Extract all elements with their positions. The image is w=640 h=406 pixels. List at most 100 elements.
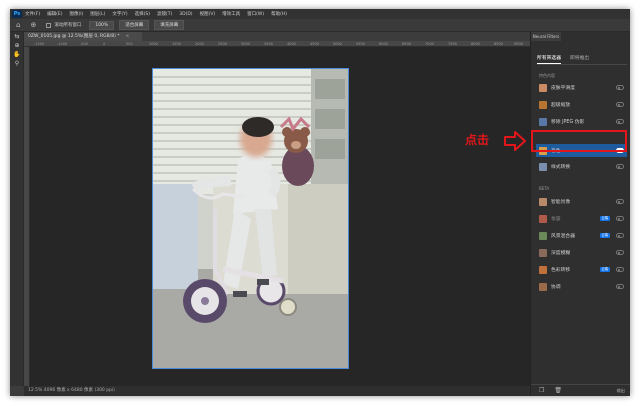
ruler-mark: 9000	[514, 41, 523, 46]
filter-toggle[interactable]	[616, 119, 624, 124]
zoom-icon[interactable]: ⚲	[10, 59, 24, 68]
options-bar: ⌂ ⊕ 滚动所有窗口 100% 适合屏幕 填充屏幕	[10, 19, 630, 32]
menu-type[interactable]: 文字(Y)	[112, 11, 127, 17]
smart-portrait-icon	[539, 197, 547, 206]
landscape-mixer-icon	[539, 231, 547, 240]
menu-help[interactable]: 帮助(H)	[271, 11, 287, 17]
filter-row-smart-portrait[interactable]: 智能肖像	[536, 195, 627, 208]
ruler-mark: 2500	[218, 41, 227, 46]
filter-toggle[interactable]	[616, 102, 624, 107]
zoom-tool-icon[interactable]: ⊕	[30, 21, 36, 29]
menu-select[interactable]: 选择(S)	[135, 11, 150, 17]
fit-screen-button[interactable]: 适合屏幕	[119, 20, 150, 30]
ruler-mark: 5500	[356, 41, 365, 46]
tab-all-filters[interactable]: 所有筛选器	[537, 55, 561, 64]
filter-row-super-zoom[interactable]: 超级缩放	[536, 98, 627, 111]
section-featured: 特色内容	[539, 73, 555, 78]
ruler-mark: 1500	[172, 41, 181, 46]
neural-filters-panel: Neural Filters 所有筛选器 即将推出 特色内容 皮肤平滑度 超级缩…	[530, 32, 630, 396]
tab-coming-soon[interactable]: 即将推出	[570, 55, 589, 64]
scroll-all-windows-label: 滚动所有窗口	[54, 23, 82, 28]
photo-child-on-tricycle	[152, 68, 349, 369]
ruler-mark: 8500	[494, 41, 503, 46]
filter-toggle[interactable]	[616, 250, 624, 255]
menu-plugins[interactable]: 增效工具	[222, 11, 240, 17]
ruler-mark: 6500	[402, 41, 411, 46]
filter-toggle[interactable]	[616, 267, 624, 272]
cloud-badge: 云端	[599, 216, 610, 221]
scroll-all-windows-checkbox[interactable]	[46, 22, 52, 28]
ruler-mark: -500	[80, 41, 88, 46]
filter-toggle[interactable]	[616, 164, 624, 169]
filter-row-harmonization[interactable]: 协调	[536, 280, 627, 293]
color-transfer-icon	[539, 265, 547, 274]
annotation-click-text: 点击	[465, 133, 490, 147]
filter-label: 风景混合器	[551, 234, 575, 239]
home-icon[interactable]: ⌂	[16, 21, 20, 29]
filter-label: 色彩转移	[551, 268, 571, 273]
super-zoom-icon	[539, 100, 547, 109]
menu-edit[interactable]: 编辑(E)	[47, 11, 62, 17]
filter-row-style-transfer[interactable]: 样式转换	[536, 160, 627, 173]
harmonization-icon	[539, 282, 547, 291]
filter-label: 智能肖像	[551, 200, 571, 205]
menu-filter[interactable]: 滤镜(T)	[157, 11, 172, 17]
hand-icon[interactable]: ✋	[10, 50, 24, 59]
filter-label: 超级缩放	[551, 103, 571, 108]
filter-label: 妆容	[551, 217, 561, 222]
ruler-mark: 3500	[264, 41, 273, 46]
ruler-mark: 4500	[310, 41, 319, 46]
cloud-badge: 云端	[599, 267, 610, 272]
annotation-highlight-box	[531, 130, 627, 152]
ruler-mark: 1000	[149, 41, 158, 46]
arrange-icon[interactable]: ⇆	[10, 32, 24, 41]
neural-filters-tab[interactable]: Neural Filters	[531, 32, 561, 41]
skin-smoothing-icon	[539, 83, 547, 92]
ruler-mark: 500	[126, 41, 133, 46]
ruler-mark: 7000	[425, 41, 434, 46]
filter-row-jpeg-artifacts[interactable]: 移除 JPEG 伪影	[536, 115, 627, 128]
menu-file[interactable]: 文件(F)	[25, 11, 40, 17]
ruler-mark: 6000	[379, 41, 388, 46]
filter-row-color-transfer[interactable]: 色彩转移 云端	[536, 263, 627, 276]
menu-window[interactable]: 窗口(W)	[247, 11, 264, 17]
document-canvas[interactable]	[30, 47, 530, 386]
zoom-100-button[interactable]: 100%	[89, 20, 115, 30]
panel-footer: ❐ 🗑 输出	[531, 384, 630, 396]
filter-subtabs: 所有筛选器 即将推出	[537, 55, 627, 65]
filter-toggle[interactable]	[616, 216, 624, 221]
jpeg-artifacts-icon	[539, 117, 547, 126]
layer-icon[interactable]: ❐	[539, 387, 544, 394]
ruler-mark: -1000	[57, 41, 68, 46]
filter-label: 样式转换	[551, 165, 571, 170]
fill-screen-button[interactable]: 填充屏幕	[154, 20, 185, 30]
document-tab[interactable]: 0ZW_0105.jpg @ 12.5%(图层 0, RGB/8) * ×	[24, 32, 142, 41]
delete-icon[interactable]: 🗑	[554, 387, 562, 394]
menu-view[interactable]: 视图(V)	[200, 11, 216, 17]
filter-toggle[interactable]	[616, 233, 624, 238]
filter-row-skin-smoothing[interactable]: 皮肤平滑度	[536, 81, 627, 94]
filter-toggle[interactable]	[616, 199, 624, 204]
filter-row-landscape-mixer[interactable]: 风景混合器 云端	[536, 229, 627, 242]
zoom-in-icon[interactable]: ⊕	[10, 41, 24, 50]
filter-row-depth-blur[interactable]: 深度模糊	[536, 246, 627, 259]
makeup-transfer-icon	[539, 214, 547, 223]
filter-label: 移除 JPEG 伪影	[551, 120, 585, 125]
ruler-mark: 5000	[333, 41, 342, 46]
photoshop-window: Ps 文件(F) 编辑(E) 图像(I) 图层(L) 文字(Y) 选择(S) 滤…	[10, 9, 630, 396]
output-label[interactable]: 输出	[617, 388, 625, 394]
ruler-mark: 3000	[241, 41, 250, 46]
filter-label: 协调	[551, 285, 561, 290]
close-icon[interactable]: ×	[126, 34, 130, 39]
cloud-badge: 云端	[599, 233, 610, 238]
menu-layer[interactable]: 图层(L)	[90, 11, 105, 17]
filter-toggle[interactable]	[616, 284, 624, 289]
filter-toggle[interactable]	[616, 85, 624, 90]
filter-row-makeup-transfer[interactable]: 妆容 云端	[536, 212, 627, 225]
style-transfer-icon	[539, 162, 547, 171]
depth-blur-icon	[539, 248, 547, 257]
ruler-mark: 2000	[195, 41, 204, 46]
menu-3d[interactable]: 3D(D)	[179, 12, 192, 17]
tools-panel: ⇆ ⊕ ✋ ⚲	[10, 32, 24, 386]
menu-image[interactable]: 图像(I)	[69, 11, 83, 17]
